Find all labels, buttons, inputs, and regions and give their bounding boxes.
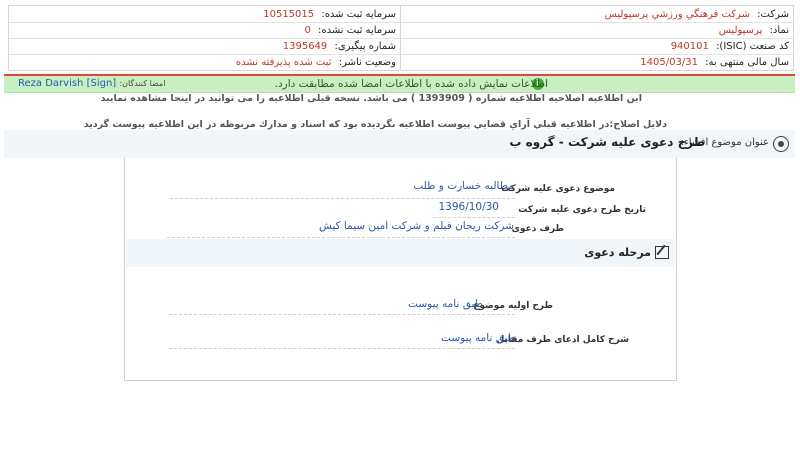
- company-value: شرکت فرهنگي ورزشي پرسپوليس: [604, 9, 750, 20]
- stage-header: مرحله دعوی: [126, 239, 675, 267]
- stage-title: مرحله دعوی: [584, 246, 651, 259]
- claim-date-underline: [433, 217, 515, 218]
- isic-value: 940101: [670, 41, 709, 52]
- fiscal-year-row: سال مالی منتهی به: 1405/03/31: [640, 55, 789, 70]
- claim-date-value: 1396/10/30: [438, 201, 499, 213]
- unregistered-capital-value: 0: [304, 25, 311, 36]
- tracking-value: 1395649: [282, 41, 328, 52]
- tracking-label: شماره پیگیری:: [334, 41, 396, 52]
- claim-party-label: طرف دعوی: [511, 224, 564, 234]
- registered-capital-label: سرمایه ثبت شده:: [321, 9, 396, 20]
- target-icon: [773, 136, 789, 152]
- claim-subject-underline: [170, 198, 515, 199]
- initial-subject-label: طرح اولیه موضوع: [473, 301, 553, 311]
- symbol-label: نماد:: [769, 25, 789, 36]
- fiscal-year-label: سال مالی منتهی به:: [705, 57, 789, 68]
- subject-bar: عنوان موضوع افشاء: طرح دعوی علیه شرکت - …: [4, 130, 795, 158]
- tracking-row: شماره پیگیری: 1395649: [283, 39, 396, 54]
- symbol-value: پرسپولیس: [718, 25, 763, 36]
- company-row: شرکت: شرکت فرهنگي ورزشي پرسپوليس: [605, 7, 789, 22]
- claim-subject-value: مطالبه خسارت و طلب: [413, 180, 514, 192]
- claim-subject-label: موضوع دعوی علیه شرکت: [501, 184, 615, 194]
- claim-details-panel: موضوع دعوی علیه شرکت مطالبه خسارت و طلب …: [124, 158, 677, 381]
- initial-subject-value[interactable]: طبق نامه پیوست: [408, 298, 483, 310]
- unregistered-capital-row: سرمایه ثبت نشده: 0: [304, 23, 396, 38]
- signers: امضا کنندگان: Reza Darvish [Sign]: [18, 76, 165, 92]
- full-description-underline: [169, 348, 515, 349]
- signers-label: امضا کنندگان:: [119, 79, 166, 88]
- initial-subject-underline: [169, 314, 515, 315]
- registered-capital-value: 10515015: [263, 9, 315, 20]
- publisher-status-label: وضعیت ناشر:: [338, 57, 396, 68]
- symbol-row: نماد: پرسپولیس: [719, 23, 789, 38]
- fiscal-year-value: 1405/03/31: [640, 57, 698, 68]
- isic-label: کد صنعت (ISIC):: [716, 41, 789, 52]
- subject-title: طرح دعوی علیه شرکت - گروه ب: [509, 135, 705, 149]
- signature-alert-bar: i اطلاعات نمایش داده شده با اطلاعات امضا…: [4, 76, 795, 93]
- company-label: شرکت:: [757, 9, 789, 20]
- publisher-status-value: ثبت شده پذیرفته نشده: [235, 57, 332, 68]
- publisher-status-row: وضعیت ناشر: ثبت شده پذیرفته نشده: [236, 55, 396, 70]
- full-description-value[interactable]: طبق نامه پیوست: [441, 332, 516, 344]
- isic-row: کد صنعت (ISIC): 940101: [671, 39, 789, 54]
- unregistered-capital-label: سرمایه ثبت نشده:: [318, 25, 396, 36]
- claim-party-value: شرکت ریحان فیلم و شرکت امین سیما کیش: [318, 220, 514, 232]
- signers-link[interactable]: Reza Darvish [Sign]: [18, 78, 116, 89]
- correction-reason: دلایل اصلاح:در اطلاعیه قبلي آراي قضايي پ…: [83, 119, 667, 130]
- registered-capital-row: سرمایه ثبت شده: 10515015: [263, 7, 396, 22]
- company-info-table: شرکت: شرکت فرهنگي ورزشي پرسپوليس نماد: پ…: [8, 5, 794, 71]
- full-description-label: شرح کامل ادعای طرف مقابل: [496, 335, 629, 345]
- claim-party-underline: [167, 237, 515, 238]
- edit-icon: [655, 246, 669, 259]
- correction-notice[interactable]: این اطلاعیه اصلاحیه اطلاعیه شماره ( 1393…: [101, 93, 642, 104]
- signature-alert-text: اطلاعات نمایش داده شده با اطلاعات امضا ش…: [274, 78, 548, 90]
- claim-date-label: تاریخ طرح دعوی علیه شرکت: [518, 205, 646, 215]
